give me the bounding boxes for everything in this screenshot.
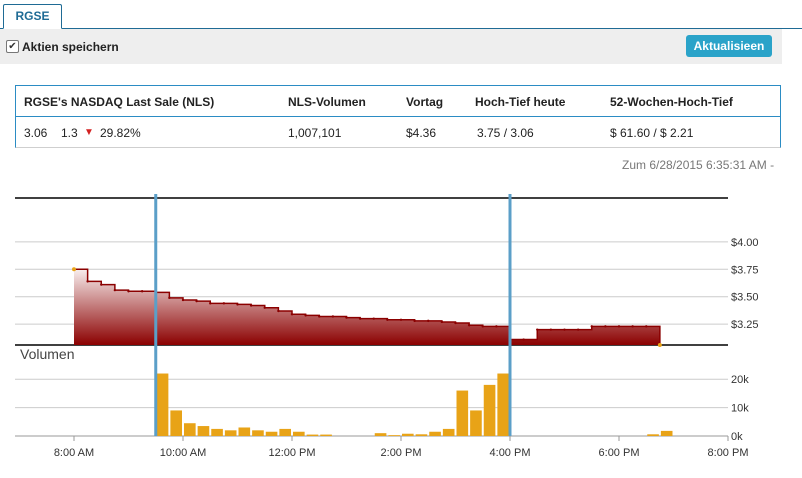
- price-area: [74, 269, 660, 345]
- price-tick-label: $3.75: [731, 264, 759, 276]
- x-tick-label: 2:00 PM: [381, 447, 422, 459]
- volume-tick-label: 20k: [731, 374, 749, 386]
- volume-bar: [238, 427, 251, 436]
- price-point: [590, 325, 593, 328]
- price-point: [222, 302, 226, 305]
- volume-bar: [211, 428, 223, 436]
- volume-bar: [456, 390, 469, 436]
- price-point: [127, 290, 130, 293]
- volume-bar: [306, 434, 319, 436]
- price-point: [358, 317, 362, 320]
- price-point: [168, 296, 171, 300]
- price-point: [318, 315, 321, 318]
- volume-bar: [647, 434, 659, 436]
- price-point: [536, 328, 539, 331]
- volume-bar: [293, 431, 305, 436]
- x-tick-label: 8:00 AM: [54, 447, 94, 459]
- price-tick-label: $3.25: [731, 319, 759, 331]
- volume-bar: [184, 423, 196, 436]
- open-marker: [72, 267, 76, 272]
- price-point: [86, 280, 89, 283]
- price-point: [604, 325, 607, 328]
- volume-bar: [497, 373, 509, 436]
- price-point: [181, 298, 185, 302]
- volume-bar: [265, 431, 278, 436]
- close-marker: [657, 343, 662, 347]
- price-point: [304, 314, 307, 317]
- volume-tick-label: 0k: [731, 431, 743, 443]
- price-tick-label: $3.50: [731, 292, 759, 304]
- price-point: [372, 317, 375, 320]
- price-point: [209, 302, 212, 305]
- volume-title: Volumen: [20, 346, 74, 362]
- price-point: [386, 318, 389, 321]
- volume-bar: [374, 433, 387, 436]
- price-point: [195, 299, 198, 303]
- volume-bar: [197, 426, 210, 436]
- price-point: [249, 304, 253, 307]
- price-point: [576, 328, 580, 331]
- volume-bar: [156, 373, 169, 436]
- price-point: [345, 316, 348, 319]
- price-point: [454, 321, 457, 325]
- price-point: [495, 325, 498, 328]
- price-point: [549, 328, 553, 331]
- price-point: [617, 325, 621, 328]
- price-point: [331, 315, 335, 318]
- price-point: [467, 324, 471, 327]
- volume-bar: [483, 384, 496, 436]
- price-point: [645, 325, 648, 328]
- price-point: [100, 283, 103, 286]
- price-point: [481, 325, 484, 328]
- volume-tick-label: 10k: [731, 403, 749, 415]
- price-point: [427, 319, 430, 323]
- volume-bar: [442, 428, 455, 436]
- volume-bar: [279, 428, 291, 436]
- volume-bar: [402, 433, 414, 436]
- price-point: [140, 290, 144, 293]
- volume-bar: [252, 430, 264, 436]
- price-point: [413, 319, 416, 323]
- volume-bar: [170, 410, 182, 436]
- price-point: [631, 325, 634, 328]
- volume-bar: [429, 431, 441, 436]
- price-point: [277, 309, 280, 313]
- price-point: [399, 318, 403, 321]
- x-tick-label: 4:00 PM: [490, 447, 531, 459]
- price-point: [522, 338, 525, 341]
- x-tick-label: 6:00 PM: [599, 447, 640, 459]
- price-point: [440, 320, 444, 324]
- x-tick-label: 8:00 PM: [708, 447, 749, 459]
- volume-bar: [320, 434, 332, 436]
- x-tick-label: 10:00 AM: [160, 447, 206, 459]
- price-tick-label: $4.00: [731, 237, 759, 249]
- volume-bar: [470, 410, 482, 436]
- price-point: [113, 288, 117, 292]
- price-volume-chart: $3.25 $3.50 $3.75 $4.00 0k 10k 20k Volumen 8:00 …: [15, 194, 759, 459]
- x-tick-label: 12:00 PM: [268, 447, 315, 459]
- volume-bar: [388, 435, 400, 436]
- price-point: [236, 303, 239, 306]
- price-point: [563, 328, 566, 331]
- price-point: [263, 306, 266, 309]
- volume-bar: [224, 430, 237, 436]
- volume-bar: [660, 430, 673, 436]
- price-point: [290, 313, 294, 316]
- volume-bar: [415, 434, 428, 436]
